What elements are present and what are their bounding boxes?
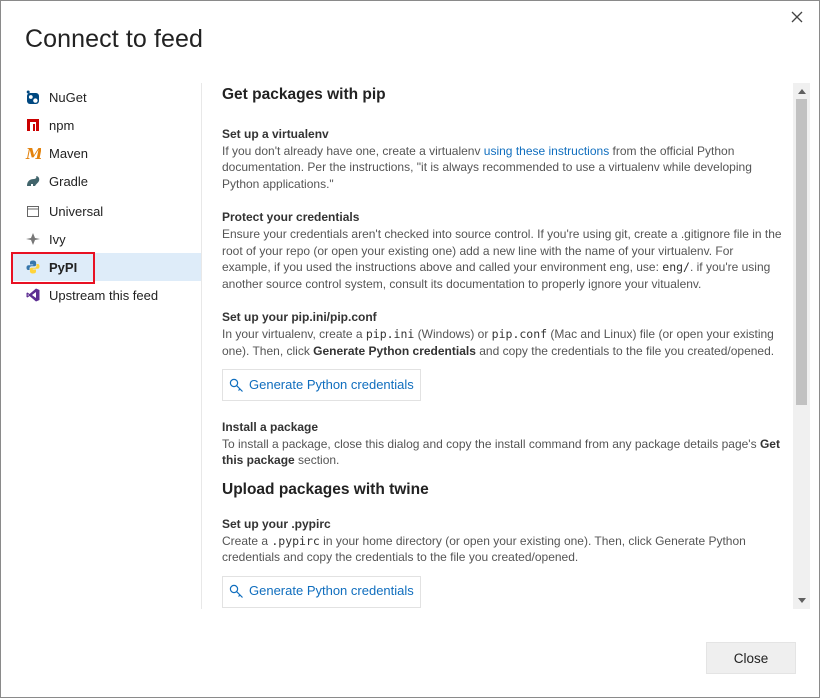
section-title: Set up a virtualenv <box>222 127 329 141</box>
section-title: Set up your pip.ini/pip.conf <box>222 310 377 325</box>
section-virtualenv: Set up a virtualenv If you don't already… <box>222 126 784 192</box>
sidebar-item-npm[interactable]: npm <box>11 111 201 139</box>
section-text: Ensure your credentials aren't checked i… <box>222 226 782 291</box>
scroll-down-arrow[interactable] <box>793 593 810 607</box>
heading-upload-packages: Upload packages with twine <box>222 480 429 498</box>
section-text: To install a package, close this dialog … <box>222 436 780 468</box>
sidebar-item-nuget[interactable]: NuGet <box>11 83 201 111</box>
sidebar-item-label: Universal <box>49 203 104 219</box>
generate-python-credentials-button-twine[interactable]: Generate Python credentials <box>222 575 421 608</box>
scroll-up-arrow[interactable] <box>793 84 810 98</box>
section-text: Create a .pypirc in your home directory … <box>222 533 746 565</box>
key-icon <box>228 583 245 600</box>
package-type-nav: NuGet npm M Maven Gradle Universal Ivy P… <box>11 83 201 309</box>
ivy-icon <box>24 231 42 247</box>
scroll-thumb[interactable] <box>796 99 807 405</box>
section-pypirc: Set up your .pypirc Create a .pypirc in … <box>222 516 784 566</box>
close-button[interactable]: Close <box>706 642 796 674</box>
sidebar-item-label: Ivy <box>49 231 66 247</box>
section-title: Protect your credentials <box>222 210 360 225</box>
npm-icon <box>24 117 42 133</box>
sidebar-item-ivy[interactable]: Ivy <box>11 225 201 253</box>
gradle-icon <box>24 173 42 189</box>
sidebar-item-label: NuGet <box>49 89 87 105</box>
sidebar-item-gradle[interactable]: Gradle <box>11 167 201 195</box>
vertical-scrollbar[interactable] <box>793 83 810 609</box>
sidebar-item-universal[interactable]: Universal <box>11 197 201 225</box>
section-pip-conf: Set up your pip.ini/pip.conf In your vir… <box>222 309 784 359</box>
instructions-panel: Get packages with pip Set up a virtualen… <box>222 83 784 609</box>
connect-to-feed-dialog: Connect to feed NuGet npm M Maven Gradle <box>0 0 820 698</box>
instructions-link[interactable]: using these instructions <box>484 144 609 158</box>
visual-studio-icon <box>24 287 42 303</box>
section-text: In your virtualenv, create a pip.ini (Wi… <box>222 326 775 358</box>
svg-text:M: M <box>25 145 41 161</box>
maven-icon: M <box>24 145 42 161</box>
sidebar-item-pypi[interactable]: PyPI <box>11 252 201 284</box>
section-install: Install a package To install a package, … <box>222 419 784 469</box>
sidebar-item-label: Upstream this feed <box>49 287 159 303</box>
sidebar-item-label: Gradle <box>49 173 89 189</box>
sidebar-item-upstream[interactable]: Upstream this feed <box>11 281 201 309</box>
sidebar-item-label: npm <box>49 117 75 133</box>
dialog-title: Connect to feed <box>25 25 204 53</box>
universal-icon <box>24 203 42 219</box>
close-icon[interactable] <box>787 7 807 27</box>
heading-get-packages: Get packages with pip <box>222 86 386 103</box>
generate-python-credentials-button[interactable]: Generate Python credentials <box>222 369 421 402</box>
key-icon <box>228 377 245 394</box>
section-title: Set up your .pypirc <box>222 516 331 531</box>
section-credentials: Protect your credentials Ensure your cre… <box>222 209 784 292</box>
sidebar-item-label: PyPI <box>49 259 78 275</box>
python-icon <box>24 259 42 275</box>
sidebar-item-maven[interactable]: M Maven <box>11 139 201 167</box>
sidebar-item-label: Maven <box>49 145 89 161</box>
section-text: If you don't already have one, create a … <box>222 143 752 191</box>
divider <box>201 83 202 609</box>
section-title: Install a package <box>222 420 319 435</box>
nuget-icon <box>24 89 42 105</box>
